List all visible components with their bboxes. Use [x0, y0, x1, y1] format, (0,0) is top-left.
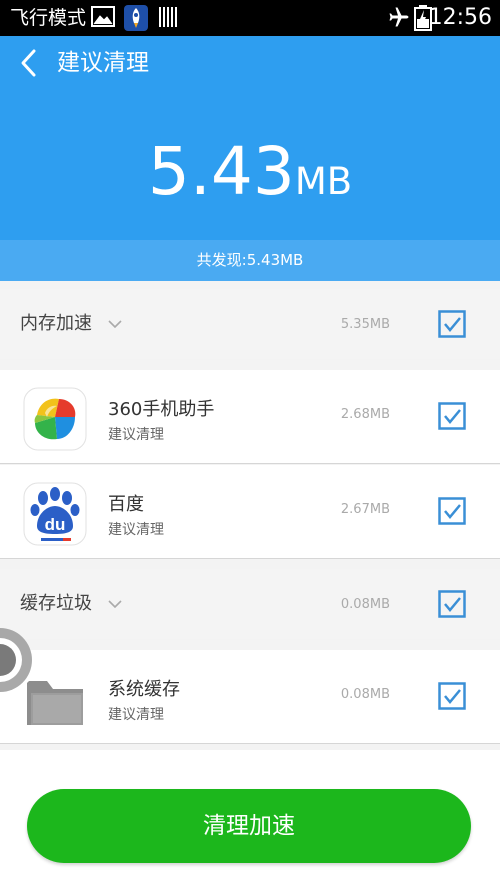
list-item-baidu[interactable]: du 百度 建议清理 2.67MB: [0, 465, 500, 559]
item-status: 建议清理: [108, 707, 164, 723]
list-item-360-assistant[interactable]: 360手机助手 建议清理 2.68MB: [0, 370, 500, 464]
section-checkbox[interactable]: [438, 590, 466, 618]
found-summary: 共发现:5.43MB: [0, 240, 500, 281]
chevron-down-icon[interactable]: [108, 320, 122, 328]
rocket-icon: [124, 5, 148, 31]
app-size: 2.68MB: [340, 407, 390, 422]
app-name: 360手机助手: [108, 399, 215, 420]
section-cache-junk[interactable]: 缓存垃圾 0.08MB: [0, 569, 500, 639]
item-checkbox[interactable]: [438, 682, 466, 710]
app-360-assistant-icon: [23, 387, 87, 451]
section-size: 5.35MB: [340, 317, 390, 332]
barcode-icon: [159, 7, 177, 27]
section-size: 0.08MB: [340, 597, 390, 612]
item-checkbox[interactable]: [438, 402, 466, 430]
section-memory-boost[interactable]: 内存加速 5.35MB: [0, 289, 500, 359]
clean-boost-button[interactable]: 清理加速: [27, 789, 471, 863]
total-size-unit: MB: [294, 160, 353, 203]
app-size: 2.67MB: [340, 502, 390, 517]
app-status: 建议清理: [108, 427, 164, 443]
item-size: 0.08MB: [340, 687, 390, 702]
section-label: 缓存垃圾: [20, 593, 92, 614]
baidu-icon: du: [23, 482, 87, 546]
page-title: 建议清理: [57, 50, 149, 76]
total-size-value: 5.43: [147, 133, 295, 210]
app-status: 建议清理: [108, 522, 164, 538]
folder-icon: [27, 681, 83, 725]
airplane-mode-label: 飞行模式: [10, 7, 87, 29]
status-bar: 飞行模式 12:56: [0, 0, 500, 36]
floating-ball-icon[interactable]: [0, 626, 32, 694]
list-item-partial: [0, 750, 500, 770]
clock: 12:56: [428, 5, 492, 30]
svg-text:du: du: [45, 515, 66, 534]
section-checkbox[interactable]: [438, 310, 466, 338]
section-label: 内存加速: [20, 313, 92, 334]
app-name: 百度: [108, 494, 144, 515]
item-checkbox[interactable]: [438, 497, 466, 525]
total-size-display: 5.43MB: [0, 132, 500, 229]
item-name: 系统缓存: [108, 679, 180, 700]
chevron-down-icon[interactable]: [108, 600, 122, 608]
back-arrow-icon[interactable]: [16, 46, 46, 80]
summary-header: 建议清理 5.43MB: [0, 36, 500, 240]
airplane-icon: [389, 7, 409, 27]
image-icon: [91, 6, 115, 27]
list-item-system-cache[interactable]: 系统缓存 建议清理 0.08MB: [0, 650, 500, 744]
